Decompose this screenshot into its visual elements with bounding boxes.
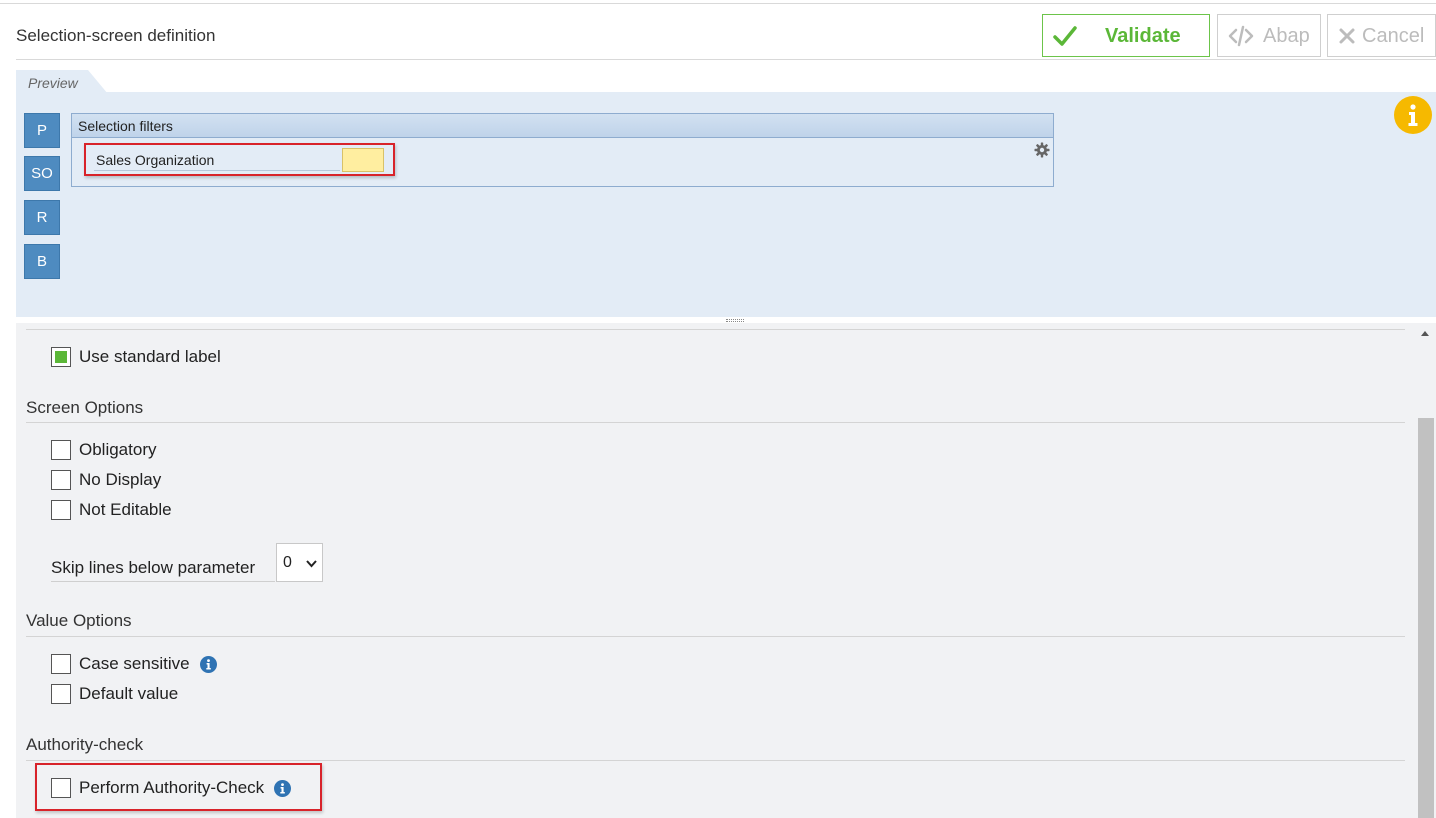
authority-check-heading: Authority-check <box>26 735 144 754</box>
selection-filters-header: Selection filters <box>72 114 1053 138</box>
obligatory-checkbox[interactable] <box>51 440 71 460</box>
info-glyph <box>1408 104 1418 126</box>
skip-lines-label: Skip lines below parameter <box>51 558 256 577</box>
preview-panel: P SO R B Selection filters Sales Organiz… <box>16 92 1436 317</box>
skip-lines-select[interactable]: 0 <box>276 543 323 582</box>
case-sensitive-option[interactable]: Case sensitive <box>51 653 217 675</box>
details-panel: Use standard label Screen Options Obliga… <box>16 323 1416 818</box>
skip-lines-underline <box>51 581 275 582</box>
selection-filters-title: Selection filters <box>78 118 173 134</box>
chevron-down-icon <box>306 560 317 568</box>
parameter-button[interactable]: P <box>24 113 60 148</box>
divider <box>26 422 1405 423</box>
code-icon <box>1228 25 1254 47</box>
selection-filters-block: Selection filters Sales Organization <box>71 113 1054 187</box>
close-icon <box>1339 28 1355 44</box>
perform-authority-check-checkbox[interactable] <box>51 778 71 798</box>
info-icon[interactable] <box>274 779 292 797</box>
cancel-button[interactable]: Cancel <box>1327 14 1436 57</box>
sales-organization-label: Sales Organization <box>96 152 215 168</box>
screen-options-heading: Screen Options <box>26 398 144 417</box>
obligatory-label: Obligatory <box>79 440 157 459</box>
not-editable-label: Not Editable <box>79 500 172 519</box>
default-value-option[interactable]: Default value <box>51 683 178 705</box>
tab-preview-label: Preview <box>28 75 78 91</box>
skip-lines-value: 0 <box>283 554 292 571</box>
not-editable-option[interactable]: Not Editable <box>51 499 172 521</box>
use-standard-label-checkbox[interactable] <box>51 347 71 367</box>
sales-organization-input[interactable] <box>342 148 384 172</box>
no-display-option[interactable]: No Display <box>51 469 161 491</box>
details-scrollbar[interactable] <box>1416 323 1436 818</box>
divider <box>26 636 1405 637</box>
info-icon[interactable] <box>1394 96 1432 134</box>
app-window: Selection-screen definition Validate Aba… <box>0 0 1436 818</box>
block-button[interactable]: B <box>24 244 60 279</box>
gear-icon[interactable] <box>1034 142 1050 158</box>
tab-preview[interactable]: Preview <box>16 70 108 94</box>
scroll-thumb[interactable] <box>1418 418 1434 818</box>
cancel-label: Cancel <box>1362 25 1425 47</box>
info-icon[interactable] <box>199 655 217 673</box>
no-display-checkbox[interactable] <box>51 470 71 490</box>
default-value-checkbox[interactable] <box>51 684 71 704</box>
header-bar: Selection-screen definition Validate Aba… <box>0 4 1436 60</box>
divider <box>26 760 1405 761</box>
case-sensitive-checkbox[interactable] <box>51 654 71 674</box>
check-icon <box>1053 26 1077 46</box>
field-underline <box>94 170 340 171</box>
page-title: Selection-screen definition <box>16 26 216 45</box>
radio-button-button[interactable]: R <box>24 200 60 235</box>
divider <box>26 329 1405 330</box>
perform-authority-check-label: Perform Authority-Check <box>79 778 265 797</box>
header-divider <box>16 59 1436 60</box>
use-standard-label-text: Use standard label <box>79 347 221 366</box>
abap-label: Abap <box>1263 25 1310 47</box>
sales-organization-field[interactable]: Sales Organization <box>84 143 395 176</box>
splitter-grip[interactable] <box>726 319 744 322</box>
no-display-label: No Display <box>79 470 162 489</box>
case-sensitive-label: Case sensitive <box>79 654 190 673</box>
not-editable-checkbox[interactable] <box>51 500 71 520</box>
validate-label: Validate <box>1105 25 1181 47</box>
use-standard-label-option[interactable]: Use standard label <box>51 346 221 368</box>
validate-button[interactable]: Validate <box>1042 14 1210 57</box>
obligatory-option[interactable]: Obligatory <box>51 439 156 461</box>
abap-button[interactable]: Abap <box>1217 14 1321 57</box>
perform-authority-check-option[interactable]: Perform Authority-Check <box>51 777 292 799</box>
scroll-up-arrow-icon[interactable] <box>1421 331 1429 336</box>
value-options-heading: Value Options <box>26 611 132 630</box>
default-value-label: Default value <box>79 684 179 703</box>
select-option-button[interactable]: SO <box>24 156 60 191</box>
